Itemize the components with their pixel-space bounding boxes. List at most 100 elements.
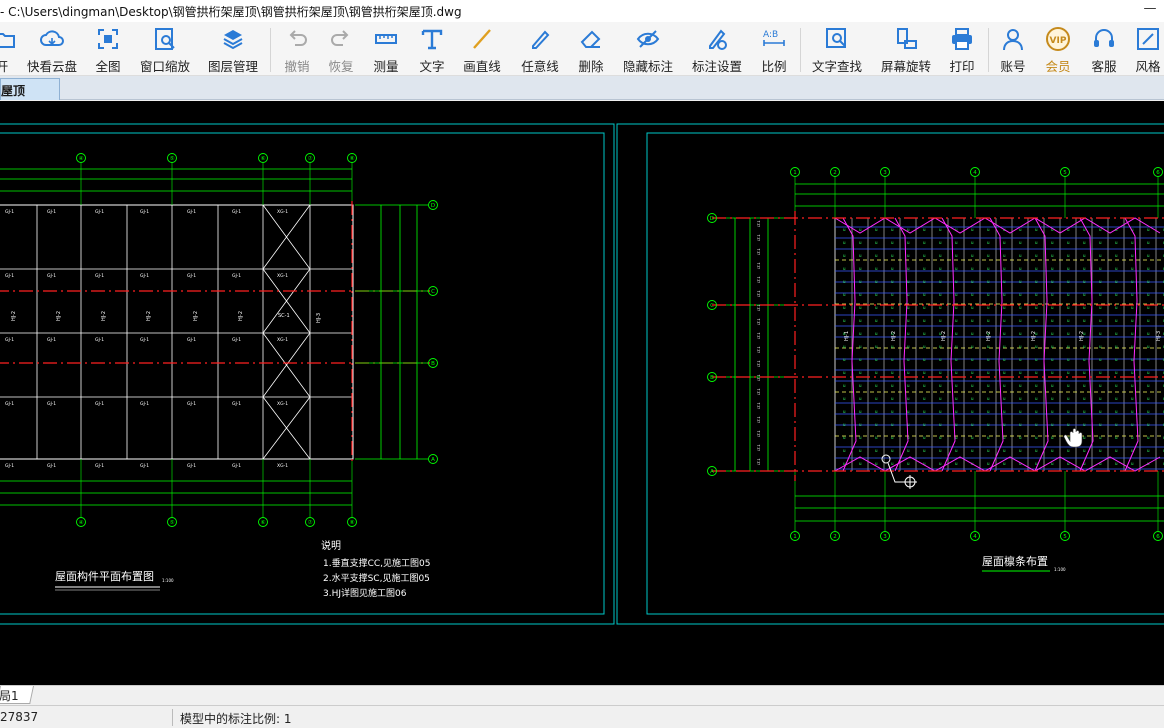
toolbar-layers-button[interactable]: 图层管理 [207,26,259,74]
purlin-tag: u [843,253,846,258]
vip-icon: VIP [1046,27,1070,51]
purlin-tag: u [971,240,974,245]
purlin-tag: u [971,318,974,323]
left-member-label: XG-1 [277,273,288,279]
left-member-label: GJ-1 [187,401,196,407]
toolbar-delete-button[interactable]: 删除 [576,26,606,74]
toolbar-window-zoom-button[interactable]: 窗口缩放 [139,26,191,74]
purlin-tag: u [1147,331,1150,336]
left-axis-lines [0,201,430,463]
purlin-tag: u [875,357,878,362]
purlin-tag: u [1099,305,1102,310]
eraser-icon [580,30,601,48]
toolbar-vip-button[interactable]: VIP 会员 [1043,26,1073,74]
purlin-tag: u [875,448,878,453]
purlin-tag: u [1019,448,1022,453]
purlin-tag: u [1035,435,1038,440]
left-grid-right-bubble-label: D [431,203,435,209]
document-tab-bar: 屋顶 × [0,76,1164,100]
toolbar-text-search-button[interactable]: 文字查找 [810,26,864,74]
right-grid-left-bubble-label: C [710,303,714,309]
purlin-tag: u [907,279,910,284]
left-truss-label: HJ-2 [11,311,17,321]
purlin-tag: u [1147,344,1150,349]
hide-eye-icon [636,30,660,48]
purlin-tag: u [1147,240,1150,245]
purlin-spacing-label: LT-1 [757,416,761,423]
purlin-tag: u [907,331,910,336]
purlin-tag: u [971,227,974,232]
toolbar-annotation-settings-button[interactable]: 标注设置 [690,26,744,74]
toolbar-scale-button[interactable]: A:B 比例 [759,26,789,74]
purlin-tag: u [1147,409,1150,414]
arch-truss-line [941,217,956,472]
purlin-tag: u [859,279,862,284]
toolbar-open-button[interactable]: 开 [0,26,15,74]
headset-icon [1094,29,1114,47]
toolbar-separator [988,28,989,72]
purlin-tag: u [955,461,958,466]
toolbar-draw-line-button[interactable]: 画直线 [461,26,503,74]
left-roof-outline [0,204,354,460]
purlin-tag: u [923,318,926,323]
toolbar-full-view-button[interactable]: 全图 [91,26,125,74]
purlin-tag: u [1067,422,1070,427]
purlin-spacing-label: LT-1 [757,318,761,325]
purlin-tag: u [987,370,990,375]
purlin-tag: u [1131,383,1134,388]
purlin-tag: u [1019,370,1022,375]
tab-close-button[interactable]: × [1,82,55,97]
cad-drawing[interactable]: ④④⑤⑤⑥⑥⑦⑦⑧⑧ DCBA GJ-1 GJ-1 GJ-1 GJ-1 GJ-1 GJ-1… [0,101,1164,685]
notes-heading: 说明 [321,539,341,552]
layout-tab[interactable]: 局1 [0,686,35,704]
purlin-tag: u [859,461,862,466]
purlin-tag: u [939,383,942,388]
left-brace-label: SC-1 [278,313,290,319]
purlin-tag: u [907,461,910,466]
cursor-coordinates: 27837 [0,710,39,724]
purlin-tag: u [1067,266,1070,271]
toolbar-cloud-button[interactable]: 快看云盘 [24,26,80,74]
left-member-label: GJ-1 [140,337,149,343]
purlin-tag: u [1051,422,1054,427]
purlin-tag: u [1147,305,1150,310]
toolbar-text-button[interactable]: 文字 [417,26,447,74]
purlin-tag: u [1035,448,1038,453]
toolbar-redo-button[interactable]: 恢复 [326,26,356,74]
left-member-label: GJ-1 [232,401,241,407]
left-right-dimensions [355,204,428,460]
toolbar-hide-annotation-button[interactable]: 隐藏标注 [621,26,675,74]
left-sheet-frame [0,123,615,625]
toolbar-support-button[interactable]: 客服 [1089,26,1119,74]
purlin-tag: u [1083,448,1086,453]
tab-drawing[interactable]: 屋顶 × [0,78,60,100]
purlin-tag: u [971,409,974,414]
drawing-canvas[interactable]: ④④⑤⑤⑥⑥⑦⑦⑧⑧ DCBA GJ-1 GJ-1 GJ-1 GJ-1 GJ-1 GJ-1… [0,101,1164,685]
purlin-tag: u [987,422,990,427]
purlin-tag: u [1147,357,1150,362]
toolbar-style-button[interactable]: 风格 [1133,26,1163,74]
purlin-tag: u [987,461,990,466]
purlin-tag: u [939,240,942,245]
right-sheet-border [646,132,1164,615]
purlin-tag: u [1035,305,1038,310]
purlin-tag: u [1019,357,1022,362]
left-member-label: GJ-1 [5,337,14,343]
left-member-label: GJ-1 [140,209,149,215]
minimize-button[interactable]: — [1140,0,1160,22]
purlin-tag: u [939,370,942,375]
purlin-tag: u [891,357,894,362]
right-grid-bottom-bubble-label: 1 [793,534,797,540]
layout-tab-bar: 局1 [0,685,1164,705]
purlin-tag: u [971,435,974,440]
toolbar-measure-button[interactable]: 测量 [371,26,401,74]
cloud-icon [40,30,64,46]
toolbar-freehand-button[interactable]: 任意线 [519,26,561,74]
toolbar-undo-button[interactable]: 撤销 [282,26,312,74]
purlin-tag: u [843,409,846,414]
toolbar-print-button[interactable]: 打印 [947,26,977,74]
purlin-tag: u [1051,240,1054,245]
toolbar-rotate-screen-button[interactable]: 屏幕旋转 [879,26,933,74]
toolbar-account-button[interactable]: 账号 [998,26,1028,74]
notes-line-1: 1.垂直支撑CC,见施工图05 [323,557,430,569]
